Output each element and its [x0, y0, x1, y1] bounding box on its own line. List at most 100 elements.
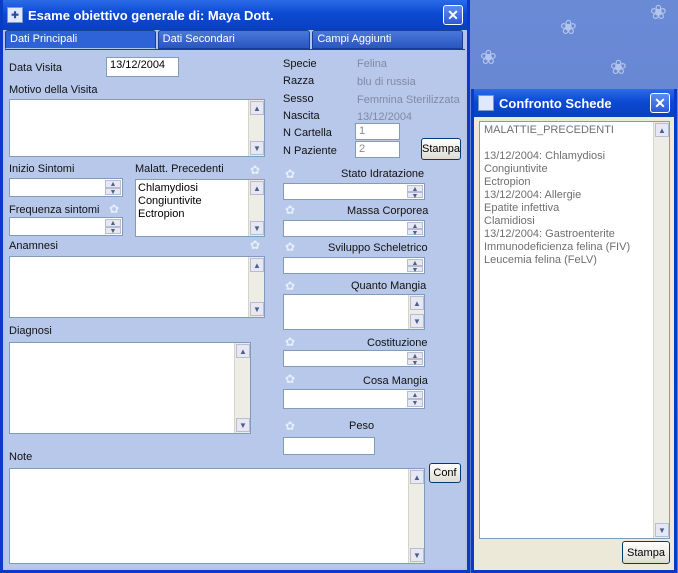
paw-icon[interactable]: ✿: [285, 203, 295, 217]
quanto-mangia-field[interactable]: ▲ ▼: [283, 294, 425, 330]
quanto-scrollbar[interactable]: ▲ ▼: [408, 295, 424, 329]
diagnosi-textarea[interactable]: ▲ ▼: [9, 342, 251, 434]
scroll-down-icon[interactable]: ▼: [250, 221, 264, 235]
spin-icon[interactable]: ▲ ▼: [407, 259, 423, 273]
spin-icon[interactable]: ▲ ▼: [407, 391, 423, 407]
list-item[interactable]: Congiuntivite: [136, 195, 264, 208]
sviluppo-scheletrico-label: Sviluppo Scheletrico: [328, 242, 428, 254]
frequenza-combo[interactable]: ▲ ▼: [9, 217, 123, 236]
malatt-precedenti-label: Malatt. Precedenti: [135, 163, 224, 175]
paw-icon[interactable]: ✿: [285, 335, 295, 349]
conf-button[interactable]: Conf: [429, 463, 461, 483]
malatt-scrollbar[interactable]: ▲ ▼: [248, 180, 264, 236]
paw-icon[interactable]: ✿: [285, 240, 295, 254]
note-scrollbar[interactable]: ▲ ▼: [408, 469, 424, 563]
paw-decoration-icon: ❀: [480, 47, 497, 69]
confronto-scrollbar[interactable]: ▲ ▼: [653, 122, 669, 538]
app-icon: ✚: [7, 7, 23, 23]
inizio-spin-icon[interactable]: ▲ ▼: [105, 180, 121, 195]
scroll-up-icon[interactable]: ▲: [250, 181, 264, 195]
main-window: ✚ Esame obiettivo generale di: Maya Dott…: [0, 0, 470, 573]
close-icon[interactable]: ✕: [650, 93, 670, 113]
paw-icon[interactable]: ✿: [109, 202, 119, 216]
list-item[interactable]: Chlamydiosi: [136, 182, 264, 195]
scroll-up-icon[interactable]: ▲: [655, 123, 669, 137]
npaziente-field[interactable]: 2: [355, 141, 400, 158]
scroll-up-icon[interactable]: ▲: [236, 344, 250, 358]
window-title: Esame obiettivo generale di: Maya Dott.: [28, 7, 274, 23]
frequenza-spin-icon[interactable]: ▲ ▼: [105, 219, 121, 234]
costituzione-combo[interactable]: ▲ ▼: [283, 350, 425, 367]
spin-icon[interactable]: ▲ ▼: [407, 185, 423, 199]
razza-label: Razza: [283, 75, 315, 87]
text-line: Ectropion: [484, 176, 531, 188]
text-line: Clamidiosi: [484, 215, 535, 227]
scroll-up-icon[interactable]: ▲: [410, 296, 424, 310]
text-line: Leucemia felina (FeLV): [484, 254, 597, 266]
scroll-down-icon[interactable]: ▼: [250, 141, 264, 155]
tab-campi-aggiunti[interactable]: Campi Aggiunti: [312, 30, 463, 49]
paw-decoration-icon: ❀: [650, 2, 667, 24]
paw-icon[interactable]: ✿: [285, 167, 295, 181]
paw-icon[interactable]: ✿: [285, 372, 295, 386]
spin-icon[interactable]: ▲ ▼: [407, 352, 423, 366]
text-line: MALATTIE_PRECEDENTI: [484, 124, 614, 136]
note-textarea[interactable]: ▲ ▼: [9, 468, 425, 564]
paw-icon[interactable]: ✿: [250, 238, 260, 252]
window-icon: [478, 95, 494, 111]
note-label: Note: [9, 451, 33, 463]
sviluppo-scheletrico-combo[interactable]: ▲ ▼: [283, 257, 425, 274]
stato-idratazione-combo[interactable]: ▲ ▼: [283, 183, 425, 200]
scroll-up-icon[interactable]: ▲: [410, 470, 424, 484]
sesso-value: Femmina Sterilizzata: [357, 94, 460, 106]
motivo-textarea[interactable]: ▲ ▼: [9, 99, 265, 157]
data-visita-label: Data Visita: [9, 62, 62, 74]
massa-corporea-label: Massa Corporea: [347, 205, 429, 217]
paw-icon[interactable]: ✿: [285, 419, 295, 433]
anamnesi-label: Anamnesi: [9, 240, 58, 252]
peso-input[interactable]: [283, 437, 375, 455]
main-titlebar[interactable]: ✚ Esame obiettivo generale di: Maya Dott…: [3, 0, 467, 30]
massa-corporea-combo[interactable]: ▲ ▼: [283, 220, 425, 237]
costituzione-label: Costituzione: [367, 337, 428, 349]
anamnesi-textarea[interactable]: ▲ ▼: [9, 256, 265, 318]
text-line: 13/12/2004: Allergie: [484, 189, 582, 201]
paw-decoration-icon: ❀: [560, 17, 577, 39]
scroll-down-icon[interactable]: ▼: [410, 548, 424, 562]
scroll-down-icon[interactable]: ▼: [250, 302, 264, 316]
close-icon[interactable]: ✕: [443, 5, 463, 25]
specie-value: Felina: [357, 58, 387, 70]
ncartella-label: N Cartella: [283, 127, 332, 139]
npaziente-label: N Paziente: [283, 145, 337, 157]
tab-panel: Data Visita 13/12/2004 Motivo della Visi…: [5, 49, 465, 568]
anamnesi-scrollbar[interactable]: ▲ ▼: [248, 257, 264, 317]
scroll-up-icon[interactable]: ▲: [250, 101, 264, 115]
scroll-down-icon[interactable]: ▼: [236, 418, 250, 432]
confronto-textarea[interactable]: MALATTIE_PRECEDENTI 13/12/2004: Chlamydi…: [479, 121, 670, 539]
list-item[interactable]: Ectropion: [136, 208, 264, 221]
nascita-value: 13/12/2004: [357, 111, 413, 123]
cosa-mangia-combo[interactable]: ▲ ▼: [283, 389, 425, 409]
motivo-scrollbar[interactable]: ▲ ▼: [248, 100, 264, 156]
ncartella-field[interactable]: 1: [355, 123, 400, 140]
scroll-down-icon[interactable]: ▼: [410, 314, 424, 328]
confronto-stampa-button[interactable]: Stampa: [622, 541, 670, 564]
nascita-label: Nascita: [283, 110, 320, 122]
stampa-button[interactable]: Stampa: [421, 138, 461, 160]
data-visita-input[interactable]: 13/12/2004: [106, 57, 179, 77]
inizio-sintomi-combo[interactable]: ▲ ▼: [9, 178, 123, 197]
malatt-precedenti-list[interactable]: Chlamydiosi Congiuntivite Ectropion ▲ ▼: [135, 179, 265, 237]
tab-dati-secondari[interactable]: Dati Secondari: [157, 30, 311, 49]
paw-icon[interactable]: ✿: [285, 279, 295, 293]
paw-decoration-icon: ❀: [610, 57, 627, 79]
diagnosi-scrollbar[interactable]: ▲ ▼: [234, 343, 250, 433]
inizio-sintomi-label: Inizio Sintomi: [9, 163, 75, 175]
spin-icon[interactable]: ▲ ▼: [407, 222, 423, 236]
paw-icon[interactable]: ✿: [250, 163, 260, 177]
tab-dati-principali[interactable]: Dati Principali: [5, 30, 156, 49]
peso-label: Peso: [349, 420, 375, 432]
confronto-titlebar[interactable]: Confronto Schede ✕: [474, 89, 674, 117]
scroll-down-icon[interactable]: ▼: [655, 523, 669, 537]
text-line: [484, 137, 665, 150]
scroll-up-icon[interactable]: ▲: [250, 258, 264, 272]
